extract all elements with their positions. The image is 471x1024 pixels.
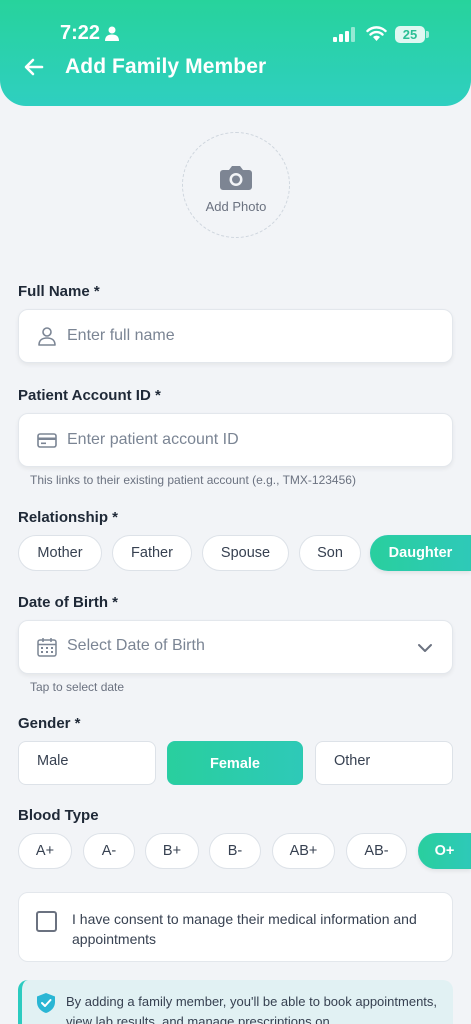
blood-type-chip-o-pos[interactable]: O+	[418, 833, 471, 869]
full-name-label: Full Name *	[18, 283, 100, 300]
wifi-icon	[366, 26, 387, 41]
page-title: Add Family Member	[65, 55, 267, 78]
add-photo-button[interactable]: Add Photo	[182, 132, 290, 238]
relationship-chip-father[interactable]: Father	[112, 535, 192, 571]
gender-option-other[interactable]: Other	[315, 741, 453, 785]
gender-option-female[interactable]: Female	[167, 741, 303, 785]
gender-option-other-label: Other	[334, 753, 371, 769]
app-header: 7:22 25 Add Family Member	[0, 0, 471, 106]
blood-type-chip-a-neg[interactable]: A-	[83, 833, 135, 869]
back-arrow-icon[interactable]	[22, 55, 46, 79]
blood-type-chip-ab-neg[interactable]: AB-	[346, 833, 407, 869]
status-time: 7:22	[60, 22, 101, 44]
relationship-label: Relationship *	[18, 509, 119, 526]
relationship-chip-mother[interactable]: Mother	[18, 535, 102, 571]
blood-type-chip-b-pos[interactable]: B+	[145, 833, 199, 869]
gender-label: Gender *	[18, 715, 81, 732]
card-icon	[37, 433, 57, 448]
relationship-chip-son[interactable]: Son	[299, 535, 361, 571]
full-name-input[interactable]	[67, 310, 427, 362]
patient-id-helper: This links to their existing patient acc…	[30, 473, 356, 487]
gender-option-male-label: Male	[37, 753, 69, 769]
consent-card: I have consent to manage their medical i…	[18, 892, 453, 962]
camera-icon	[220, 166, 252, 190]
status-bar: 7:22 25	[0, 0, 471, 48]
shield-check-icon	[37, 993, 55, 1013]
calendar-icon	[37, 638, 57, 657]
patient-id-label: Patient Account ID *	[18, 387, 161, 404]
dob-select[interactable]: Select Date of Birth	[18, 620, 453, 674]
dob-label: Date of Birth *	[18, 594, 119, 611]
person-icon	[105, 26, 119, 41]
gender-option-female-label: Female	[210, 756, 260, 772]
blood-type-chip-ab-pos[interactable]: AB+	[272, 833, 335, 869]
dob-placeholder: Select Date of Birth	[67, 637, 205, 654]
patient-id-input[interactable]	[67, 414, 427, 466]
add-photo-label: Add Photo	[205, 199, 267, 214]
signal-icon	[333, 27, 355, 42]
blood-type-chip-b-neg[interactable]: B-	[209, 833, 261, 869]
consent-text: I have consent to manage their medical i…	[72, 911, 417, 947]
battery-indicator: 25	[395, 26, 425, 43]
relationship-chip-daughter[interactable]: Daughter	[370, 535, 471, 571]
info-banner: By adding a family member, you'll be abl…	[18, 980, 453, 1024]
chevron-down-icon	[418, 644, 432, 652]
gender-option-male[interactable]: Male	[18, 741, 156, 785]
blood-type-chip-a-pos[interactable]: A+	[18, 833, 72, 869]
full-name-field[interactable]	[18, 309, 453, 363]
consent-checkbox[interactable]	[36, 911, 57, 932]
user-icon	[38, 327, 56, 346]
patient-id-field[interactable]	[18, 413, 453, 467]
blood-type-label: Blood Type	[18, 807, 99, 824]
dob-helper: Tap to select date	[30, 680, 125, 694]
relationship-chip-spouse[interactable]: Spouse	[202, 535, 289, 571]
info-text: By adding a family member, you'll be abl…	[66, 994, 438, 1024]
battery-tip	[426, 31, 429, 38]
